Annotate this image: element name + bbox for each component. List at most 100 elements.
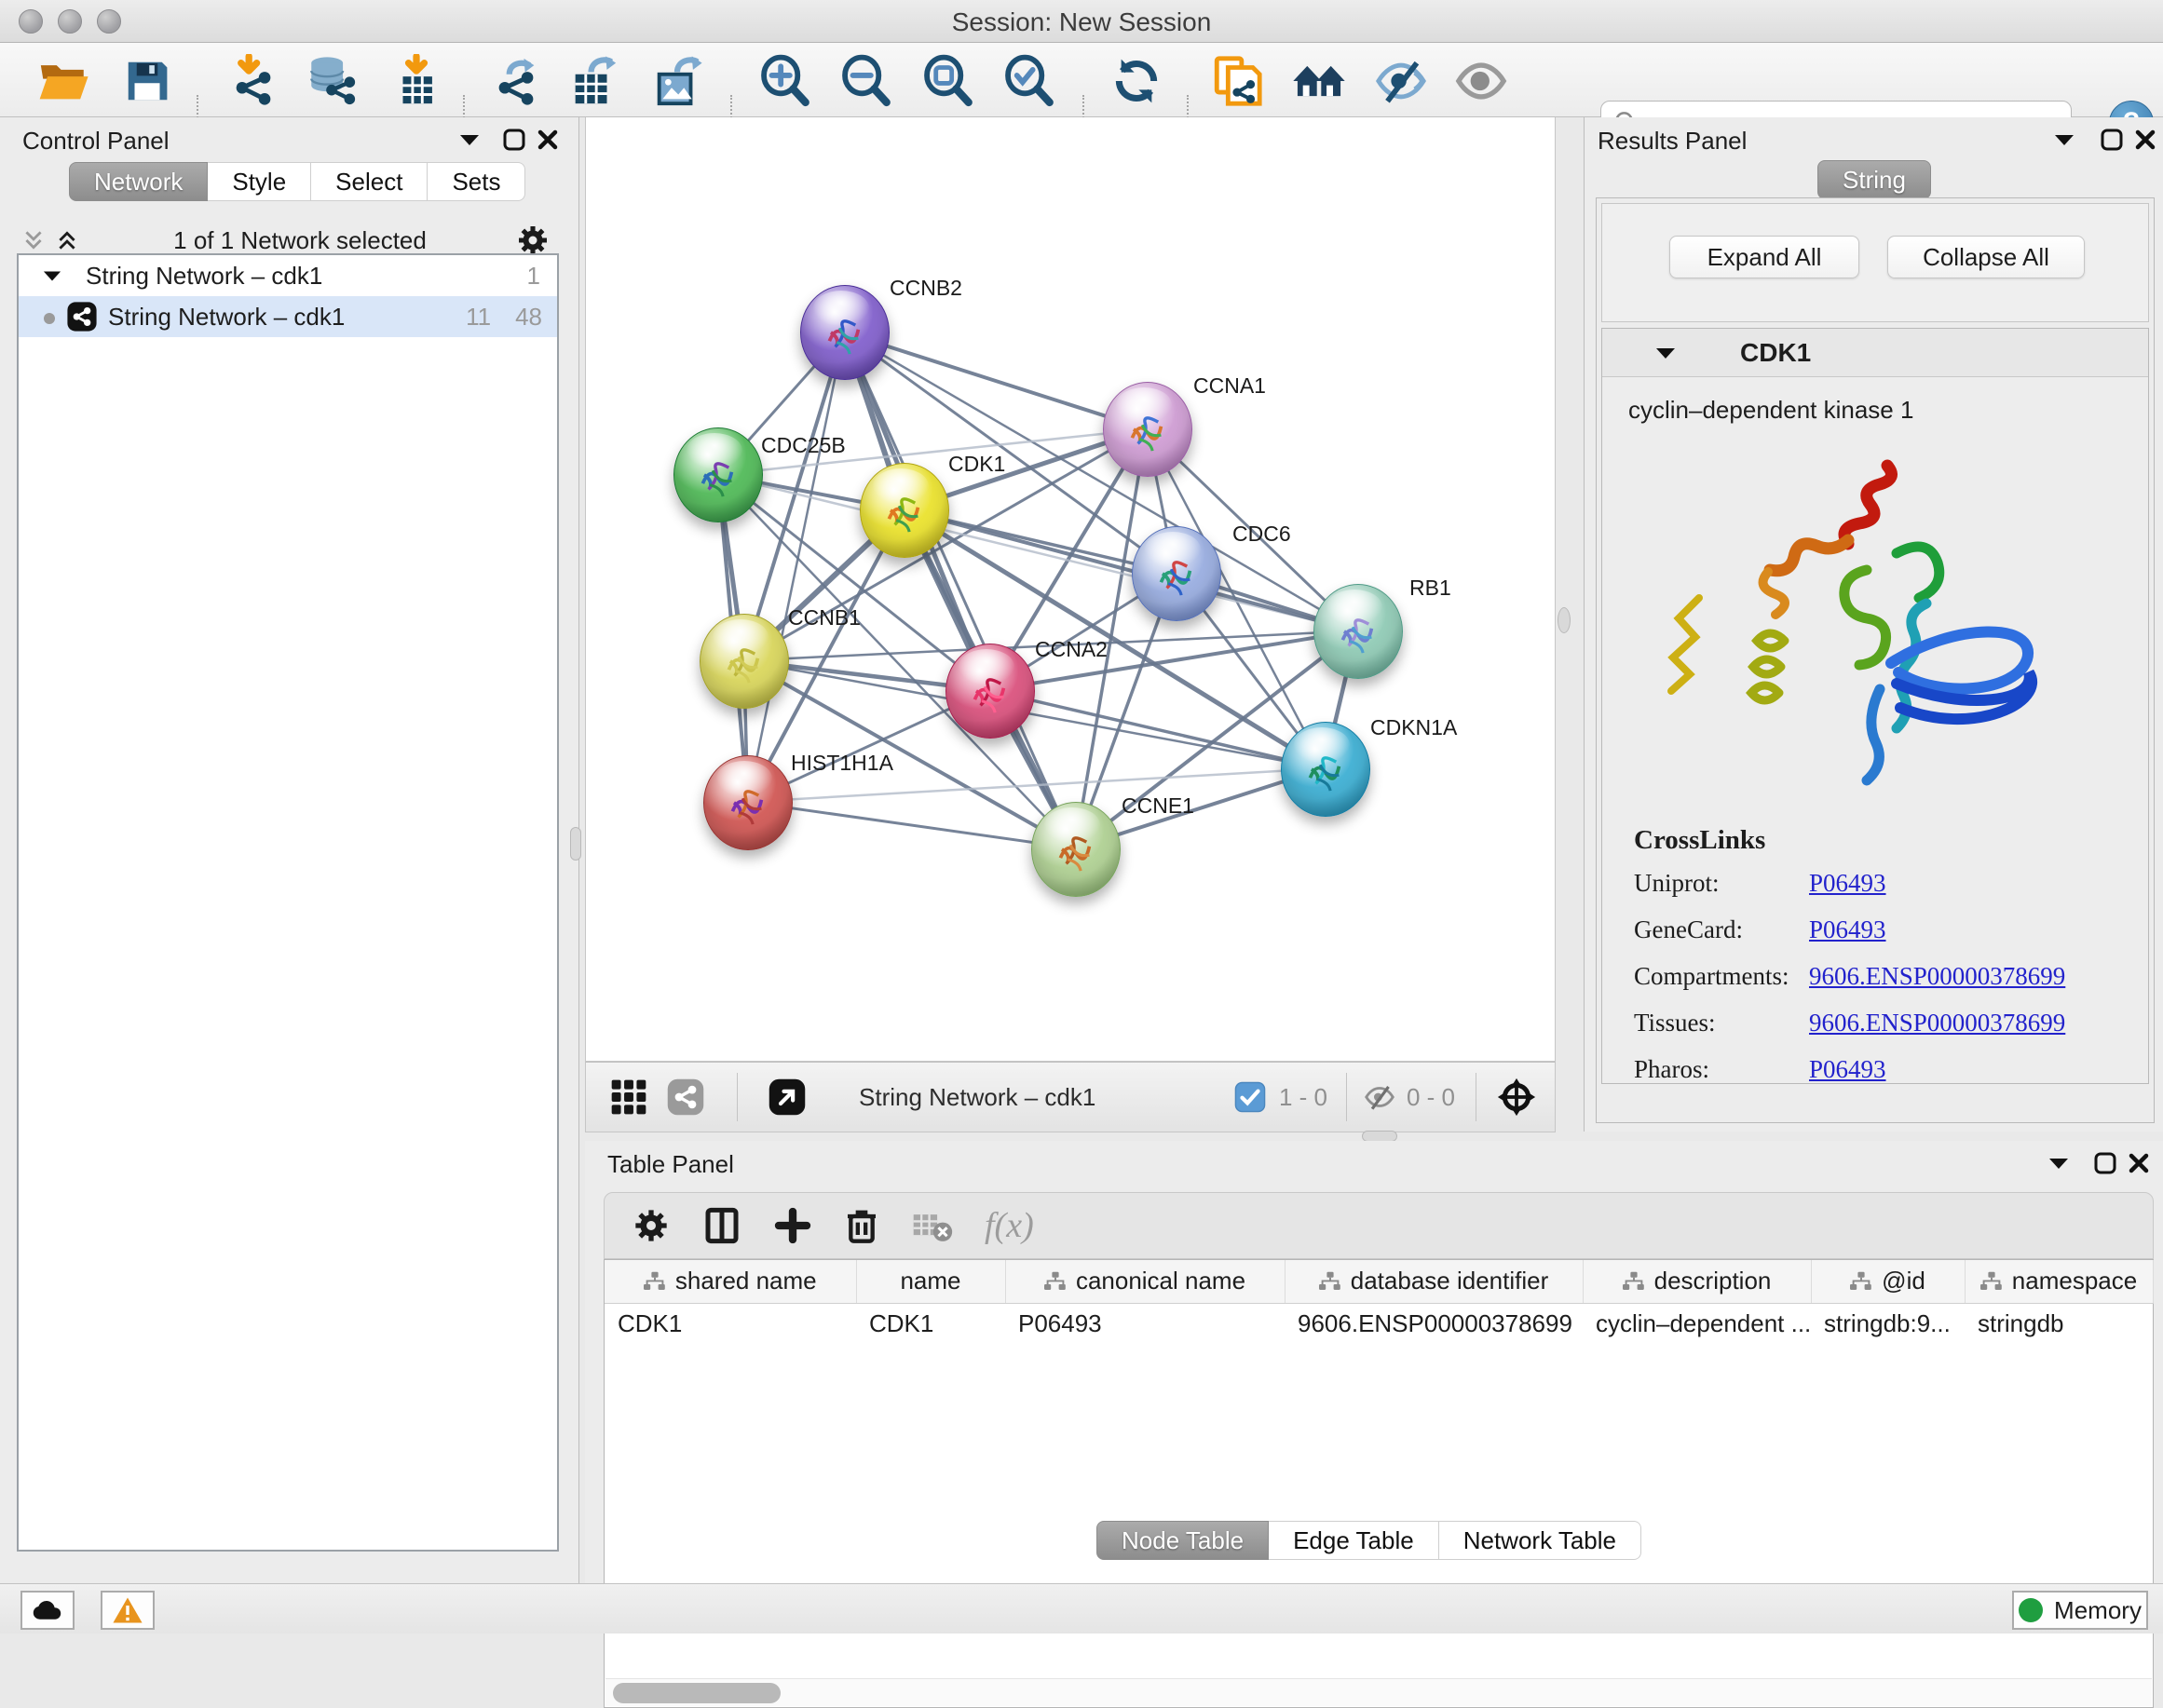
zoom-out-button[interactable] — [837, 52, 895, 110]
show-column-button[interactable] — [703, 1207, 741, 1244]
scrollbar-thumb[interactable] — [613, 1683, 781, 1703]
duplicate-network-button[interactable] — [1208, 52, 1266, 110]
collapse-all-networks-icon[interactable] — [17, 224, 50, 257]
network-node-CCNB1[interactable] — [700, 614, 789, 709]
table-panel-menu-icon[interactable] — [2042, 1146, 2075, 1180]
open-in-browser-button[interactable] — [768, 1078, 807, 1117]
export-network-button[interactable] — [487, 52, 545, 110]
entry-collapse-icon[interactable] — [1649, 336, 1682, 370]
save-session-button[interactable] — [118, 52, 176, 110]
expand-all-button[interactable]: Expand All — [1669, 236, 1859, 278]
zoom-in-button[interactable] — [756, 52, 814, 110]
import-network-database-button[interactable] — [303, 52, 360, 110]
delete-table-button[interactable] — [912, 1205, 953, 1246]
network-node-CDC6[interactable] — [1132, 526, 1221, 621]
crosslink-link[interactable]: P06493 — [1809, 869, 1886, 898]
network-node-CCNB2[interactable] — [800, 285, 890, 380]
node-label-CDC25B: CDC25B — [761, 433, 846, 458]
tab-network[interactable]: Network — [69, 162, 208, 201]
crosslink-link[interactable]: 9606.ENSP00000378699 — [1809, 1009, 2065, 1037]
selected-checkbox[interactable] — [1234, 1081, 1266, 1113]
results-panel-float-icon[interactable] — [2095, 123, 2129, 156]
hide-selected-button[interactable] — [1372, 52, 1430, 110]
control-panel-float-icon[interactable] — [497, 123, 531, 156]
column-header-description[interactable]: description — [1583, 1260, 1811, 1303]
network-node-CDK1[interactable] — [860, 463, 949, 558]
warnings-button[interactable] — [101, 1591, 155, 1630]
network-node-CDKN1A[interactable] — [1281, 722, 1370, 817]
network-node-CCNE1[interactable] — [1031, 802, 1121, 897]
import-network-file-button[interactable] — [224, 52, 282, 110]
import-table-button[interactable] — [388, 52, 445, 110]
table-cell[interactable]: P06493 — [1005, 1303, 1285, 1344]
control-panel-menu-icon[interactable] — [453, 123, 486, 156]
table-panel-close-icon[interactable] — [2122, 1146, 2156, 1180]
first-neighbors-button[interactable] — [1290, 52, 1348, 110]
network-node-CCNA2[interactable] — [945, 644, 1035, 739]
control-panel-close-icon[interactable] — [531, 123, 565, 156]
column-header-namespace[interactable]: namespace — [1965, 1260, 2153, 1303]
table-panel-tabs: Node TableEdge TableNetwork Table — [1096, 1521, 1641, 1560]
crosslink-link[interactable]: P06493 — [1809, 1055, 1886, 1084]
zoom-fit-button[interactable] — [919, 52, 977, 110]
table-tab-node-table[interactable]: Node Table — [1096, 1521, 1269, 1560]
network-grid-view-button[interactable] — [608, 1077, 649, 1118]
network-node-HIST1H1A[interactable] — [703, 755, 793, 850]
results-panel-close-icon[interactable] — [2129, 123, 2162, 156]
open-session-button[interactable] — [34, 52, 92, 110]
table-options-gear-icon[interactable] — [633, 1207, 670, 1244]
tab-style[interactable]: Style — [208, 162, 311, 201]
export-image-button[interactable] — [648, 52, 706, 110]
function-builder-button[interactable]: f(x) — [985, 1205, 1034, 1246]
collection-expand-icon[interactable] — [19, 259, 86, 292]
memory-status-button[interactable]: Memory — [2012, 1591, 2148, 1630]
network-options-gear-icon[interactable] — [516, 224, 550, 257]
table-tab-network-table[interactable]: Network Table — [1439, 1521, 1641, 1560]
table-panel-float-icon[interactable] — [2088, 1146, 2122, 1180]
network-node-CDC25B[interactable] — [673, 427, 763, 522]
collapse-all-button[interactable]: Collapse All — [1887, 236, 2085, 278]
network-row[interactable]: String Network – cdk1 11 48 — [19, 296, 557, 337]
string-view-badge-icon[interactable] — [666, 1078, 705, 1117]
cdk1-entry-header[interactable]: CDK1 — [1602, 329, 2148, 377]
table-horizontal-scrollbar[interactable] — [605, 1678, 2152, 1706]
column-header-@id[interactable]: @id — [1811, 1260, 1965, 1303]
network-canvas[interactable]: CCNB2CCNA1CDC25BCDK1CDC6RB1CCNB1CCNA2CDK… — [585, 117, 1556, 1062]
birdseye-view-button[interactable] — [1495, 1076, 1538, 1118]
table-tab-edge-table[interactable]: Edge Table — [1269, 1521, 1439, 1560]
zoom-selected-button[interactable] — [1000, 52, 1058, 110]
network-node-CCNA1[interactable] — [1103, 382, 1192, 477]
table-cell[interactable]: CDK1 — [856, 1303, 1005, 1344]
crosslink-link[interactable]: P06493 — [1809, 915, 1886, 944]
table-row[interactable]: CDK1CDK1P064939606.ENSP00000378699cyclin… — [605, 1303, 2153, 1344]
column-header-canonical-name[interactable]: canonical name — [1005, 1260, 1285, 1303]
left-splitter-handle[interactable] — [570, 827, 581, 861]
network-node-RB1[interactable] — [1313, 584, 1403, 679]
column-header-name[interactable]: name — [856, 1260, 1005, 1303]
table-cell[interactable]: CDK1 — [605, 1303, 856, 1344]
right-splitter-handle[interactable] — [1558, 607, 1571, 633]
table-cell[interactable]: cyclin–dependent ... — [1583, 1303, 1811, 1344]
cloud-status-button[interactable] — [20, 1591, 75, 1630]
apply-layout-button[interactable] — [1108, 52, 1165, 110]
export-table-button[interactable] — [565, 52, 622, 110]
expand-all-networks-icon[interactable] — [50, 224, 84, 257]
results-tab-string[interactable]: String — [1817, 160, 1931, 199]
results-panel-menu-icon[interactable] — [2047, 123, 2081, 156]
canvas-bar-separator — [1346, 1073, 1347, 1121]
show-all-button[interactable] — [1452, 52, 1510, 110]
table-cell[interactable]: stringdb:9... — [1811, 1303, 1965, 1344]
column-header-database-identifier[interactable]: database identifier — [1285, 1260, 1583, 1303]
table-cell[interactable]: 9606.ENSP00000378699 — [1285, 1303, 1583, 1344]
column-label: shared name — [675, 1267, 817, 1295]
table-cell[interactable]: stringdb — [1965, 1303, 2153, 1344]
create-column-button[interactable] — [774, 1207, 811, 1244]
network-collection-row[interactable]: String Network – cdk1 1 — [19, 255, 557, 296]
column-header-shared-name[interactable]: shared name — [605, 1260, 856, 1303]
crosslink-link[interactable]: 9606.ENSP00000378699 — [1809, 962, 2065, 991]
tab-sets[interactable]: Sets — [428, 162, 525, 201]
export-image-icon — [650, 54, 704, 108]
column-tree-icon — [1044, 1271, 1067, 1292]
delete-column-button[interactable] — [843, 1207, 880, 1244]
tab-select[interactable]: Select — [311, 162, 428, 201]
